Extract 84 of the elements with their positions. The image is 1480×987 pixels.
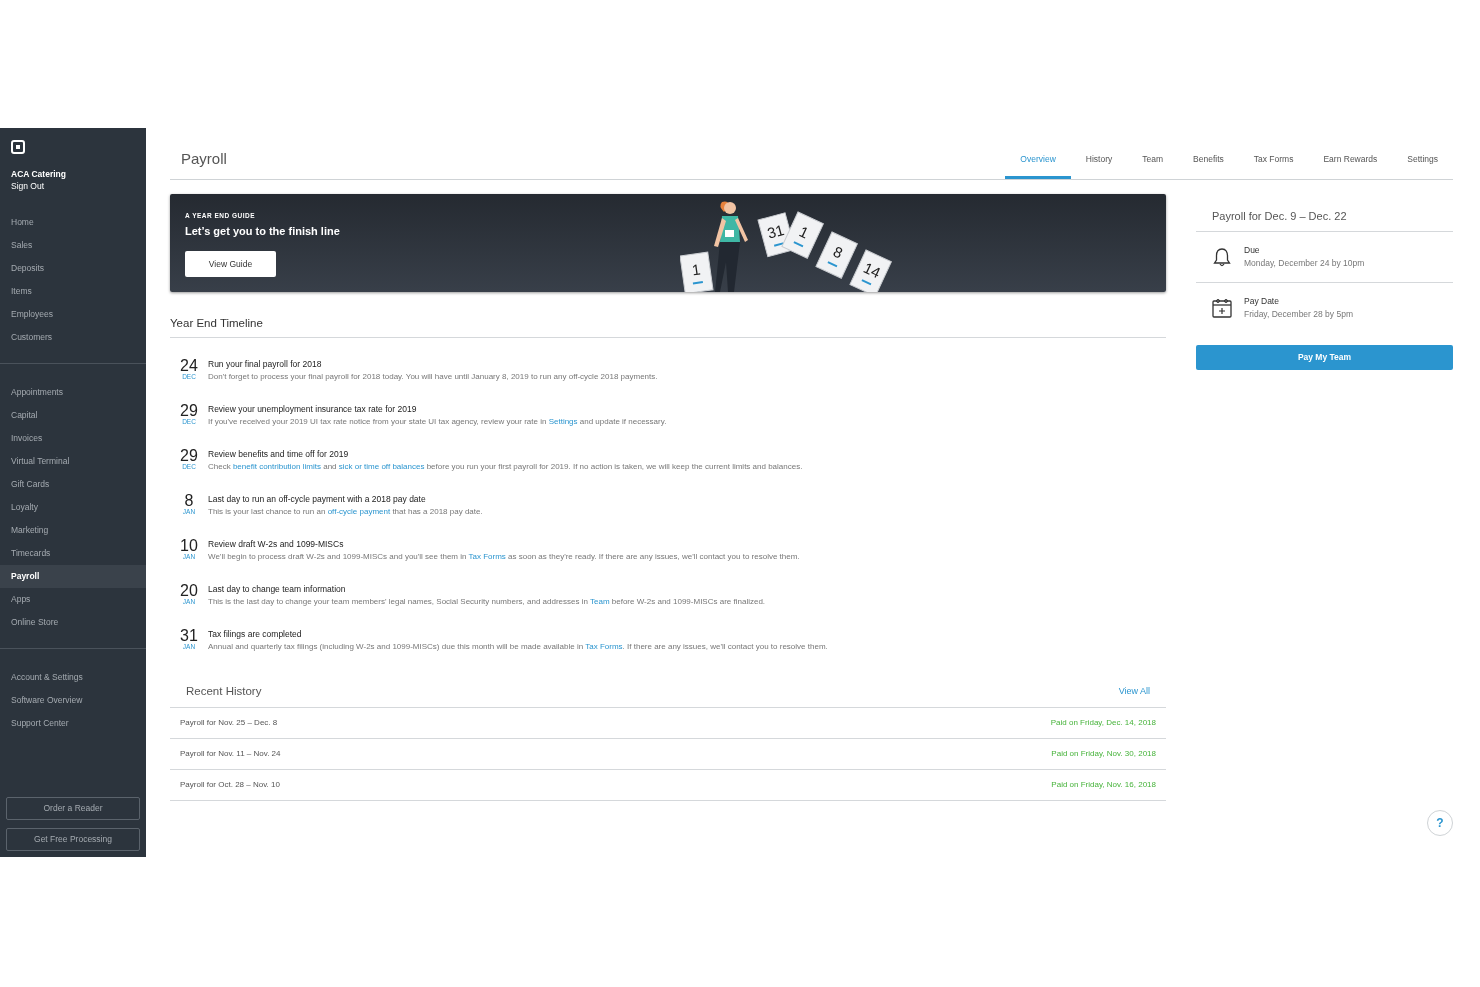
sidebar-item[interactable]: Apps [0,588,146,611]
sidebar-item[interactable]: Marketing [0,519,146,542]
sidebar-item[interactable]: Timecards [0,542,146,565]
business-name: ACA Catering [11,168,67,180]
tab[interactable]: Tax Forms [1238,149,1309,179]
sidebar-item[interactable]: Deposits [0,257,146,280]
history-period: Payroll for Oct. 28 – Nov. 10 [180,778,280,791]
sidebar-item[interactable]: Capital [0,404,146,427]
sidebar-item[interactable]: Customers [0,326,146,349]
date-day: 8 [184,493,194,509]
event-title: Tax filings are completed [208,628,303,641]
history-status: Paid on Friday, Dec. 14, 2018 [1050,716,1156,729]
event-description: We'll begin to process draft W-2s and 1099-MISCs and you'll see them in Tax Forms as soon as they're ready. If there are any issues, we'll contact you to resolve them. [208,551,800,564]
page-title: Payroll [180,148,228,169]
inline-link[interactable]: Tax Forms [585,642,623,652]
sidebar-item[interactable]: Employees [0,303,146,326]
view-all-link[interactable]: View All [1118,685,1150,699]
sidebar-item[interactable]: Account & Settings [0,666,146,689]
sidebar-item[interactable]: Gift Cards [0,473,146,496]
view-guide-button[interactable]: View Guide [185,251,276,278]
pay-my-team-button[interactable]: Pay My Team [1196,344,1453,370]
history-status: Paid on Friday, Nov. 30, 2018 [1051,747,1156,760]
calendar-page: 8 [815,231,858,279]
sidebar-item[interactable]: Sales [0,234,146,257]
panel-title: Payroll for Dec. 9 – Dec. 22 [1196,208,1453,232]
banner-headline: Let’s get you to the finish line [185,223,340,239]
sidebar-item[interactable]: Appointments [0,381,146,404]
help-button[interactable]: ? [1427,810,1453,836]
inline-link[interactable]: off-cycle payment [327,507,391,517]
sidebar-button[interactable]: Get Free Processing [6,828,140,851]
inline-link[interactable]: Tax Forms [468,552,506,562]
info-value: Monday, December 24 by 10pm [1244,256,1365,270]
sidebar-item[interactable]: Invoices [0,427,146,450]
info-label: Due [1244,243,1261,257]
info-label: Pay Date [1244,294,1280,308]
date-day: 24 [180,358,198,374]
event-title: Review your unemployment insurance tax rate for 2019 [208,403,418,416]
tab[interactable]: Earn Rewards [1308,149,1393,179]
calendar-page: 14 [849,249,892,292]
sidebar-button[interactable]: Order a Reader [6,797,140,820]
tab[interactable]: Settings [1392,149,1453,179]
calendar-page: 1 [680,251,714,292]
event-title: Last day to run an off-cycle payment with a 2018 pay date [208,493,427,506]
section-title: Recent History [186,684,262,700]
sign-out-link[interactable]: Sign Out [11,180,45,192]
tab[interactable]: Benefits [1178,149,1239,179]
event-description: This is your last chance to run an off-cycle payment that has a 2018 pay date. [208,506,483,519]
sidebar-item[interactable]: Software Overview [0,689,146,712]
history-period: Payroll for Nov. 25 – Dec. 8 [180,716,278,729]
sidebar-item[interactable]: Online Store [0,611,146,634]
sidebar-item[interactable]: Home [0,211,146,234]
date-day: 29 [180,448,198,464]
date-day: 31 [180,628,198,644]
calendar-icon [1212,297,1232,318]
event-title: Run your final payroll for 2018 [208,358,323,371]
event-description: If you've received your 2019 UI tax rate notice from your state UI tax agency, review your rate in Settings and update if necessary. [208,416,667,429]
event-description: Don't forget to process your final payroll for 2018 today. You will have until January 8, 2019 to run any off-cycle 2018 payments. [208,371,658,384]
inline-link[interactable]: Settings [548,417,578,427]
bell-icon [1213,246,1231,267]
inline-link[interactable]: Team [590,597,610,607]
history-period: Payroll for Nov. 11 – Nov. 24 [180,747,281,760]
history-status: Paid on Friday, Nov. 16, 2018 [1051,778,1156,791]
event-title: Review benefits and time off for 2019 [208,448,350,461]
info-value: Friday, December 28 by 5pm [1244,307,1353,321]
event-title: Review draft W-2s and 1099-MISCs [208,538,345,551]
logo-icon [11,140,25,154]
sidebar-item[interactable]: Virtual Terminal [0,450,146,473]
event-description: Check benefit contribution limits and sick or time off balances before you run your first payroll for 2019. If no action is taken, we will keep the current limits and balances. [208,461,803,474]
event-title: Last day to change team information [208,583,347,596]
event-description: Annual and quarterly tax filings (including W-2s and 1099-MISCs) due this month will be made available in Tax Forms. If there are any issues, we'll contact you to resolve them. [208,641,828,654]
date-day: 20 [180,583,198,599]
tab[interactable]: Team [1127,149,1179,179]
date-day: 29 [180,403,198,419]
inline-link[interactable]: sick or time off balances [338,462,425,472]
date-day: 10 [180,538,198,554]
tab[interactable]: Overview [1005,149,1071,179]
event-description: This is the last day to change your team members' legal names, Social Security numbers, and addresses in Team before W-2s and 1099-MISCs are finalized. [208,596,766,609]
sidebar-item[interactable]: Loyalty [0,496,146,519]
inline-link[interactable]: benefit contribution limits [232,462,321,472]
sidebar-item[interactable]: Support Center [0,712,146,735]
sidebar-item[interactable]: Items [0,280,146,303]
sidebar-item[interactable]: Payroll [0,565,146,588]
tab[interactable]: History [1070,149,1128,179]
section-title: Year End Timeline [170,315,1166,339]
